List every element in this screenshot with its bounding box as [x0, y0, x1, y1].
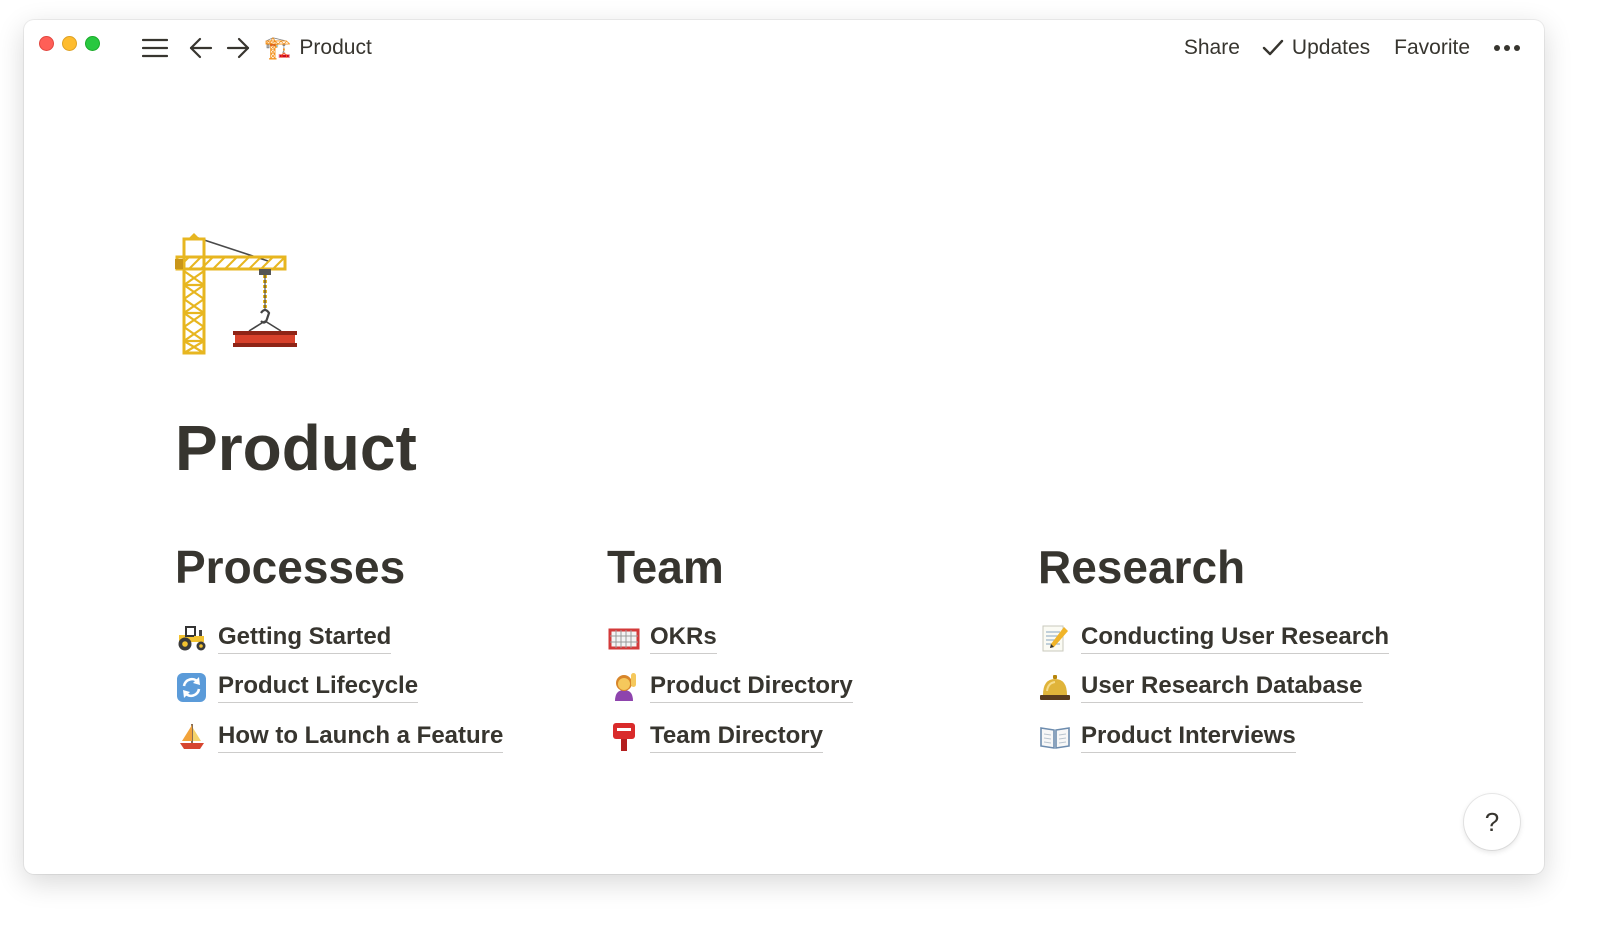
page-link-label: Getting Started — [218, 622, 392, 654]
column-team: Team OKRs Product Directory Team Directo… — [607, 535, 1027, 762]
crane-icon: 🏗️ — [264, 35, 292, 60]
memo-icon — [1038, 621, 1071, 654]
forward-button[interactable] — [223, 34, 253, 62]
sailboat-icon — [175, 720, 208, 753]
updates-button[interactable]: Updates — [1262, 36, 1370, 60]
cycle-arrows-icon — [175, 671, 208, 704]
updates-label: Updates — [1291, 36, 1371, 59]
column-heading: Research — [1038, 541, 1246, 593]
page-link-label: Conducting User Research — [1081, 622, 1390, 654]
page-link-team-directory[interactable]: Team Directory — [607, 712, 1027, 762]
person-raising-hand-icon — [607, 671, 640, 704]
back-arrow-icon — [189, 37, 213, 59]
page-title: Product — [175, 412, 417, 484]
page-link-label: Product Directory — [650, 671, 853, 704]
topbar-actions: Share Updates Favorite — [1184, 34, 1522, 62]
postbox-icon — [607, 720, 640, 753]
page-link-how-to-launch[interactable]: How to Launch a Feature — [175, 712, 595, 762]
crane-icon[interactable] — [175, 233, 301, 355]
more-dot — [1504, 45, 1510, 51]
link-list: OKRs Product Directory Team Directory — [607, 613, 1027, 762]
sidebar-toggle-button[interactable] — [139, 34, 171, 62]
menu-icon — [142, 38, 168, 58]
help-button[interactable]: ? — [1464, 794, 1520, 850]
page-link-conducting-user-research[interactable]: Conducting User Research — [1038, 613, 1458, 663]
link-list: Conducting User Research User Research D… — [1038, 613, 1458, 762]
column-research: Research Conducting User Research User R… — [1038, 535, 1458, 762]
back-button[interactable] — [186, 34, 216, 62]
more-dot — [1494, 45, 1500, 51]
page-link-user-research-database[interactable]: User Research Database — [1038, 663, 1458, 713]
more-dot — [1514, 45, 1520, 51]
link-list: Getting Started Product Lifecycle How to… — [175, 613, 595, 762]
page-link-product-directory[interactable]: Product Directory — [607, 663, 1027, 713]
column-processes: Processes Getting Started Product Lifecy… — [175, 535, 595, 762]
page-link-product-lifecycle[interactable]: Product Lifecycle — [175, 663, 595, 713]
maximize-window-button[interactable] — [85, 36, 100, 51]
page-link-getting-started[interactable]: Getting Started — [175, 613, 595, 663]
bellhop-bell-icon — [1038, 671, 1071, 704]
breadcrumb-label: Product — [299, 36, 372, 59]
more-icon[interactable] — [1492, 45, 1522, 51]
page-link-label: How to Launch a Feature — [218, 721, 504, 753]
column-heading: Processes — [175, 541, 406, 593]
page-link-label: User Research Database — [1081, 671, 1363, 704]
breadcrumb[interactable]: 🏗️ Product — [264, 34, 372, 62]
share-button[interactable]: Share — [1184, 36, 1240, 60]
close-window-button[interactable] — [39, 36, 54, 51]
page-link-label: Team Directory — [650, 721, 823, 753]
tractor-icon — [175, 621, 208, 654]
page-link-okrs[interactable]: OKRs — [607, 613, 1027, 663]
open-book-icon — [1038, 720, 1071, 753]
minimize-window-button[interactable] — [62, 36, 77, 51]
page-link-label: OKRs — [650, 622, 717, 654]
forward-arrow-icon — [226, 37, 250, 59]
page-link-label: Product Interviews — [1081, 721, 1296, 753]
top-bar: 🏗️ Product Share Updates Favorite — [24, 20, 1544, 76]
page-link-product-interviews[interactable]: Product Interviews — [1038, 712, 1458, 762]
goal-net-icon — [607, 621, 640, 654]
column-heading: Team — [607, 541, 724, 593]
favorite-button[interactable]: Favorite — [1394, 36, 1470, 60]
page-link-label: Product Lifecycle — [218, 671, 419, 704]
checkmark-icon — [1262, 39, 1284, 56]
app-window: 🏗️ Product Share Updates Favorite Produc… — [24, 20, 1544, 874]
